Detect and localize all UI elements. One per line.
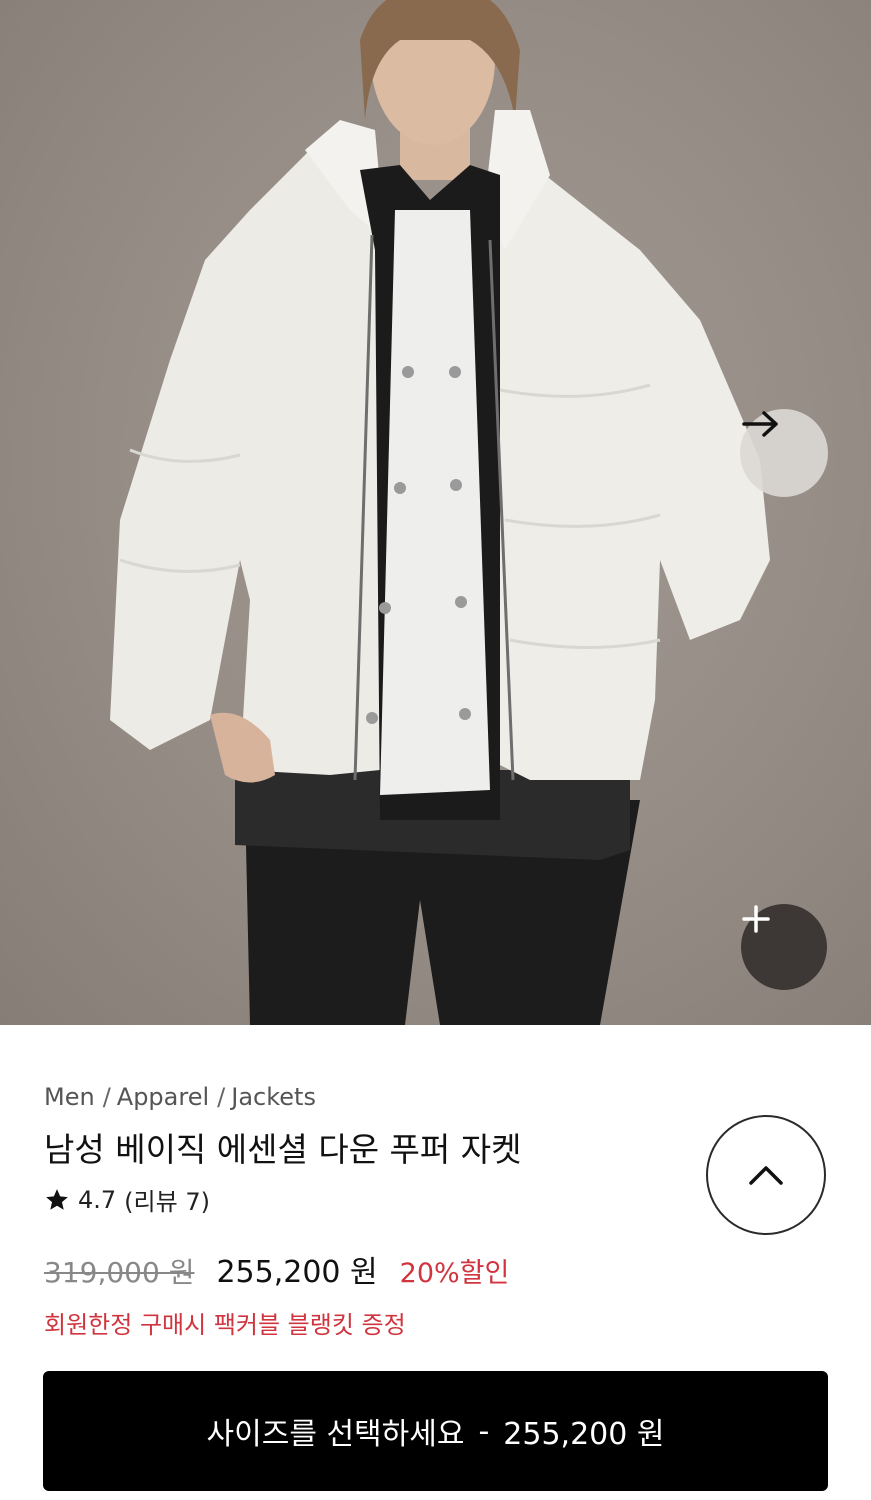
breadcrumb-jackets[interactable]: Jackets [231,1083,316,1111]
select-size-button[interactable]: 사이즈를 선택하세요 - 255,200 원 [43,1371,828,1491]
arrow-right-icon [742,411,778,437]
collapse-button[interactable] [706,1115,826,1235]
review-count: (리뷰 7) [124,1188,210,1216]
sale-price: 255,200 원 [216,1255,378,1290]
product-rating[interactable]: 4.7 (리뷰 7) [44,1182,210,1217]
product-info: Men / Apparel / Jackets 남성 베이직 에센셜 다운 푸퍼… [0,1025,871,1500]
product-title: 남성 베이직 에센셜 다운 푸퍼 자켓 [44,1130,522,1169]
model-illustration [110,0,770,1025]
discount-badge: 20%할인 [399,1258,510,1289]
price-row: 319,000 원 255,200 원 20%할인 [44,1247,509,1291]
product-page: Men / Apparel / Jackets 남성 베이직 에센셜 다운 푸퍼… [0,0,871,1500]
cta-separator: - [478,1413,490,1449]
next-image-button[interactable] [740,409,828,497]
product-image[interactable] [0,0,871,1025]
chevron-up-icon [749,1166,783,1185]
cta-price: 255,200 원 [503,1417,665,1452]
breadcrumb-apparel[interactable]: Apparel [117,1083,209,1111]
cta-label: 사이즈를 선택하세요 [206,1417,465,1452]
zoom-button[interactable] [741,904,827,990]
promo-text: 회원한정 구매시 팩커블 블랭킷 증정 [44,1311,406,1339]
breadcrumb-separator: / [102,1083,111,1111]
breadcrumb: Men / Apparel / Jackets [44,1083,316,1111]
plus-icon [742,905,770,933]
rating-score: 4.7 [78,1185,117,1214]
breadcrumb-men[interactable]: Men [44,1083,95,1111]
original-price: 319,000 원 [44,1256,195,1289]
star-icon [46,1188,68,1210]
breadcrumb-separator: / [217,1083,226,1111]
